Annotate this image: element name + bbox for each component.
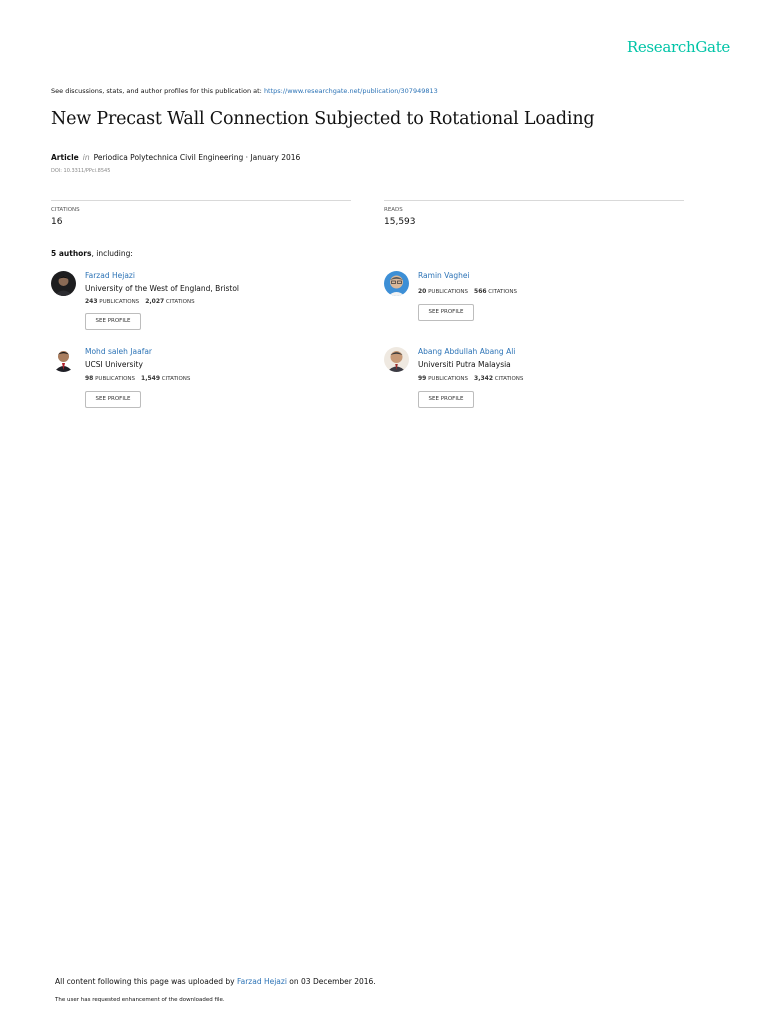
author-stats: 98 PUBLICATIONS 1,549 CITATIONS: [85, 375, 190, 382]
author-card: Ramin Vaghei 20 PUBLICATIONS 566 CITATION…: [384, 271, 674, 341]
article-title: New Precast Wall Connection Subjected to…: [51, 109, 595, 129]
citations-label: CITATIONS: [494, 376, 524, 382]
author-avatar[interactable]: [384, 271, 409, 296]
reads-label: READS: [384, 207, 403, 213]
journal-name: Periodica Polytechnica Civil Engineering…: [93, 153, 301, 162]
citations-count: 1,549: [141, 375, 160, 382]
publications-count: 98: [85, 375, 94, 382]
author-institution: University of the West of England, Brist…: [85, 284, 240, 293]
author-name[interactable]: Abang Abdullah Abang Ali: [418, 347, 515, 356]
publications-label: PUBLICATIONS: [95, 376, 136, 382]
citations-count: 2,027: [145, 298, 165, 305]
citations-count: 3,342: [474, 375, 493, 382]
publications-count: 243: [85, 298, 98, 305]
publications-count: 20: [418, 288, 427, 295]
citations-label: CITATIONS: [51, 207, 80, 213]
upload-suffix: on 03 December 2016.: [286, 977, 376, 986]
author-avatar[interactable]: [51, 271, 76, 296]
author-stats: 243 PUBLICATIONS 2,027 CITATIONS: [85, 298, 195, 305]
citations-value: 16: [51, 217, 63, 227]
in-label: in: [82, 153, 90, 162]
authors-heading: 5 authors, including:: [51, 249, 133, 258]
citations-label: CITATIONS: [488, 289, 517, 295]
publication-link[interactable]: https://www.researchgate.net/publication…: [264, 87, 438, 95]
authors-suffix: , including:: [91, 249, 133, 258]
author-name[interactable]: Ramin Vaghei: [418, 271, 470, 280]
discussion-line: See discussions, stats, and author profi…: [51, 87, 438, 95]
discussion-text: See discussions, stats, and author profi…: [51, 87, 264, 95]
author-avatar[interactable]: [384, 347, 409, 372]
citations-label: CITATIONS: [161, 376, 191, 382]
author-institution: Universiti Putra Malaysia: [418, 360, 511, 369]
publications-count: 99: [418, 375, 427, 382]
upload-note: All content following this page was uplo…: [55, 977, 376, 986]
citations-count: 566: [474, 288, 487, 295]
publications-label: PUBLICATIONS: [99, 299, 140, 305]
author-name[interactable]: Mohd saleh Jaafar: [85, 347, 152, 356]
article-type: Article: [51, 153, 79, 162]
reads-stat: READS 15,593: [384, 200, 684, 227]
author-avatar[interactable]: [51, 347, 76, 372]
uploader-link[interactable]: Farzad Hejazi: [237, 977, 287, 986]
author-card: Abang Abdullah Abang Ali Universiti Putr…: [384, 347, 674, 417]
see-profile-button[interactable]: SEE PROFILE: [85, 391, 141, 408]
article-meta: Article in Periodica Polytechnica Civil En…: [51, 153, 300, 162]
citations-stat: CITATIONS 16: [51, 200, 351, 227]
author-card: Farzad Hejazi University of the West of …: [51, 271, 341, 341]
author-name[interactable]: Farzad Hejazi: [85, 271, 135, 280]
publications-label: PUBLICATIONS: [428, 376, 469, 382]
author-card: Mohd saleh Jaafar UCSI University 98 PUB…: [51, 347, 341, 417]
see-profile-button[interactable]: SEE PROFILE: [418, 304, 474, 321]
authors-count: 5 authors: [51, 249, 92, 258]
see-profile-button[interactable]: SEE PROFILE: [418, 391, 474, 408]
publications-label: PUBLICATIONS: [428, 289, 469, 295]
author-stats: 99 PUBLICATIONS 3,342 CITATIONS: [418, 375, 523, 382]
enhancement-note: The user has requested enhancement of th…: [55, 997, 225, 1003]
see-profile-button[interactable]: SEE PROFILE: [85, 313, 141, 330]
author-stats: 20 PUBLICATIONS 566 CITATIONS: [418, 288, 517, 295]
reads-value: 15,593: [384, 217, 416, 227]
author-institution: UCSI University: [85, 360, 143, 369]
citations-label: CITATIONS: [165, 299, 195, 305]
doi: DOI: 10.3311/PPci.8545: [51, 168, 111, 174]
researchgate-logo[interactable]: ResearchGate: [600, 38, 730, 56]
upload-prefix: All content following this page was uplo…: [55, 977, 237, 986]
